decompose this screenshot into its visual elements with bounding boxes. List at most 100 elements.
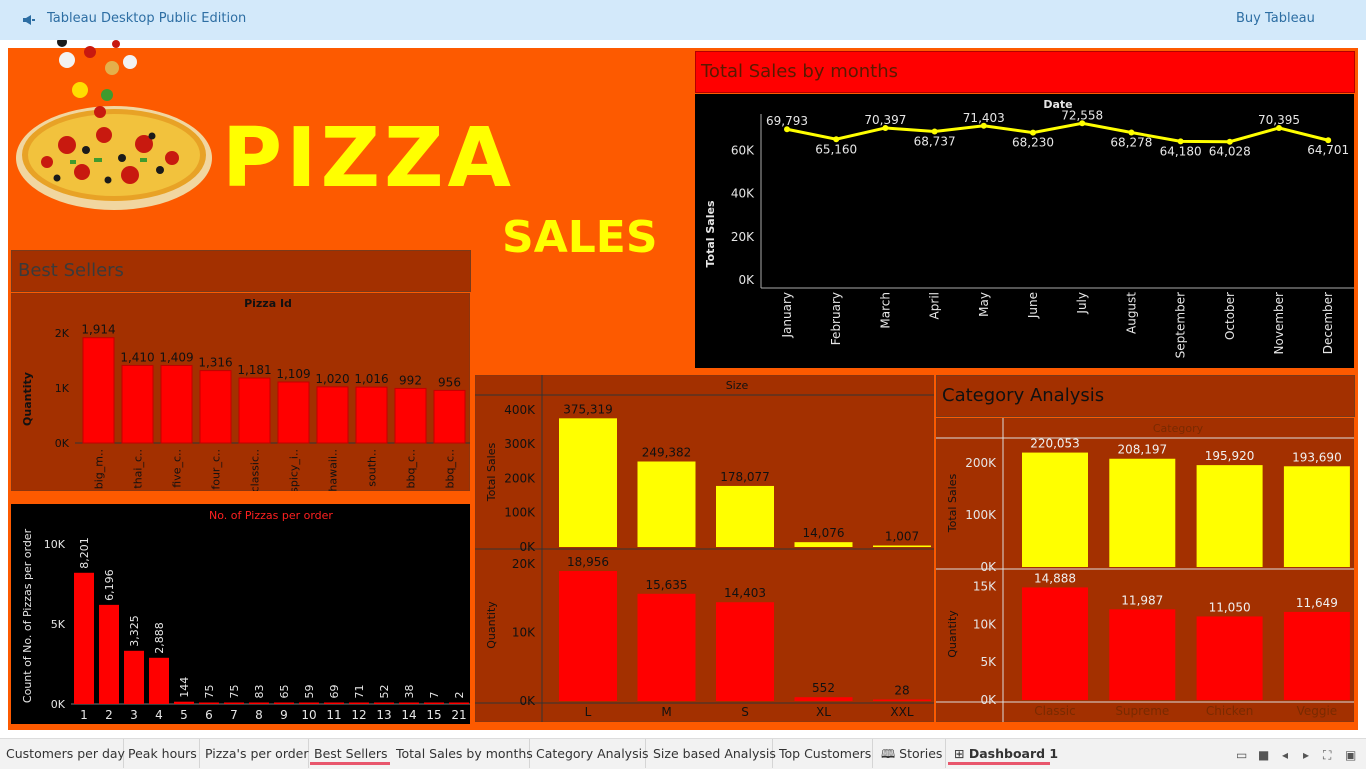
tab-customers-per-day[interactable]: Customers per day [6, 739, 125, 768]
category-chart-title: Category [1153, 422, 1204, 435]
size-sales-bar[interactable] [716, 485, 774, 547]
size-sales-bar[interactable] [794, 542, 853, 547]
best-sellers-bar[interactable] [316, 386, 349, 444]
ppo-bar[interactable] [124, 650, 144, 704]
best-sellers-bar[interactable] [238, 377, 271, 444]
monthly-y-label: Total Sales [704, 200, 717, 267]
ppo-bar-label: 2 [453, 692, 466, 699]
ppo-bar[interactable] [174, 701, 194, 704]
category-sales-bar[interactable] [1196, 465, 1263, 567]
ppo-bar[interactable] [224, 702, 244, 705]
size-chart-title: Size [726, 379, 749, 392]
best-sellers-bar[interactable] [355, 386, 388, 444]
monthly-x-tick: November [1272, 292, 1286, 354]
ppo-y-tick: 0K [51, 698, 66, 711]
prev-sheet-icon[interactable]: ◂ [1282, 748, 1288, 762]
ppo-x-tick: 2 [105, 708, 113, 722]
monthly-point-label: 68,278 [1110, 136, 1152, 150]
tab-pizzas-per-order[interactable]: Pizza's per order [205, 739, 309, 768]
tab-category-analysis[interactable]: Category Analysis [536, 739, 649, 768]
ppo-bar[interactable] [349, 702, 369, 705]
size-sales-bar[interactable] [559, 418, 617, 547]
tab-stories[interactable]: 🕮 Stories [881, 739, 946, 768]
size-x-tick: S [741, 705, 749, 719]
size-sales-bar[interactable] [637, 461, 696, 547]
tab-peak-hours[interactable]: Peak hours [128, 739, 200, 768]
ppo-bar[interactable] [424, 702, 444, 705]
tab-total-sales-by-months[interactable]: Total Sales by months [396, 739, 533, 768]
category-sales-bar[interactable] [1109, 458, 1176, 567]
monthly-header: Total Sales by months [695, 51, 1355, 93]
monthly-point-label: 70,397 [864, 113, 906, 127]
ppo-bar[interactable] [274, 702, 294, 705]
best-sellers-bar[interactable] [394, 387, 427, 444]
size-sales-bar[interactable] [873, 545, 931, 548]
ppo-bar[interactable] [249, 702, 269, 705]
category-quantity-bar[interactable] [1196, 616, 1263, 700]
ppo-bar[interactable] [199, 702, 219, 705]
category-quantity-bar[interactable] [1109, 609, 1176, 700]
best-sellers-chart[interactable]: Pizza Id Quantity 2K 1K 0K 1,914 big_m.. 1,41… [11, 293, 470, 491]
size-quantity-bar[interactable] [559, 571, 617, 701]
ppo-bar[interactable] [374, 702, 394, 705]
buy-tableau-link[interactable]: Buy Tableau [1236, 11, 1315, 26]
ppo-bar[interactable] [149, 657, 169, 704]
ppo-x-tick: 3 [130, 708, 138, 722]
sheet-tab-bar: Customers per day Peak hours Pizza's per… [0, 738, 1366, 769]
size-x-tick: M [661, 705, 671, 719]
category-sales-bar[interactable] [1022, 452, 1088, 567]
best-sellers-x-tick: five_c.. [171, 449, 184, 488]
ppo-bar[interactable] [99, 604, 119, 704]
ppo-bar[interactable] [74, 572, 94, 704]
ppo-bar-label: 83 [253, 685, 266, 699]
filmstrip-icon[interactable]: ■ [1258, 748, 1269, 762]
size-quantity-bar[interactable] [873, 699, 931, 702]
ppo-x-tick: 12 [351, 708, 366, 722]
best-sellers-bar-label: 1,316 [198, 356, 232, 370]
next-sheet-icon[interactable]: ▸ [1303, 748, 1309, 762]
size-sales-label: 178,077 [720, 470, 770, 484]
best-sellers-bar[interactable] [121, 364, 154, 444]
pizza-image [16, 40, 212, 210]
monthly-point-label: 71,403 [963, 111, 1005, 125]
best-sellers-bar[interactable] [433, 389, 466, 444]
category-quantity-bar[interactable] [1283, 611, 1350, 700]
size-quantity-bar[interactable] [637, 593, 696, 701]
tab-dashboard-1[interactable]: ⊞ Dashboard 1 [948, 739, 1058, 765]
tab-top-customers[interactable]: Top Customers [779, 739, 873, 768]
size-analysis-chart[interactable]: Size Total Sales Quantity 400K 300K 200K 10… [475, 375, 934, 722]
sheet-sorter-icon[interactable]: ▭ [1236, 748, 1247, 762]
monthly-y-tick: 60K [731, 143, 755, 157]
best-sellers-bar[interactable] [82, 337, 115, 444]
pizzas-per-order-chart[interactable]: No. of Pizzas per order Count of No. of … [11, 504, 470, 724]
fullscreen-icon[interactable]: ⛶ [1323, 748, 1331, 763]
monthly-sales-chart[interactable]: Date Total Sales 60K40K20K0K69,793Januar… [695, 94, 1354, 368]
ppo-bar[interactable] [399, 702, 419, 705]
ppo-bar-label: 2,888 [153, 622, 166, 654]
best-sellers-bar[interactable] [277, 381, 310, 444]
ppo-y-tick: 5K [51, 618, 66, 631]
category-sales-bar[interactable] [1283, 466, 1350, 567]
ppo-bar[interactable] [449, 702, 469, 705]
best-sellers-x-tick: bbq_c.. [405, 449, 418, 489]
ppo-bar[interactable] [299, 702, 319, 705]
monthly-x-tick: July [1075, 292, 1089, 315]
ppo-bar[interactable] [324, 702, 344, 705]
category-y-tick: 5K [980, 655, 997, 669]
dashboard-canvas: PIZZA SALES Best Sellers Pizza Id Quanti… [8, 40, 1358, 730]
category-quantity-bar[interactable] [1022, 587, 1088, 700]
size-sales-label: 249,382 [642, 445, 692, 459]
size-quantity-bar[interactable] [716, 602, 774, 701]
tab-size-based-analysis[interactable]: Size based Analysis [653, 739, 776, 768]
category-y-label-sales: Total Sales [946, 474, 959, 534]
ppo-bar-label: 144 [178, 677, 191, 698]
category-analysis-chart[interactable]: Category Total Sales Quantity 200K 100K 0K… [936, 418, 1354, 722]
size-quantity-bar[interactable] [794, 697, 853, 701]
best-sellers-bar[interactable] [199, 370, 232, 444]
best-sellers-x-tick: spicy_i.. [288, 449, 301, 491]
tab-best-sellers[interactable]: Best Sellers [310, 739, 390, 765]
category-header: Category Analysis [936, 375, 1355, 417]
presentation-icon[interactable]: ▣ [1345, 748, 1356, 762]
best-sellers-bar[interactable] [160, 365, 193, 444]
best-sellers-header: Best Sellers [11, 250, 471, 292]
